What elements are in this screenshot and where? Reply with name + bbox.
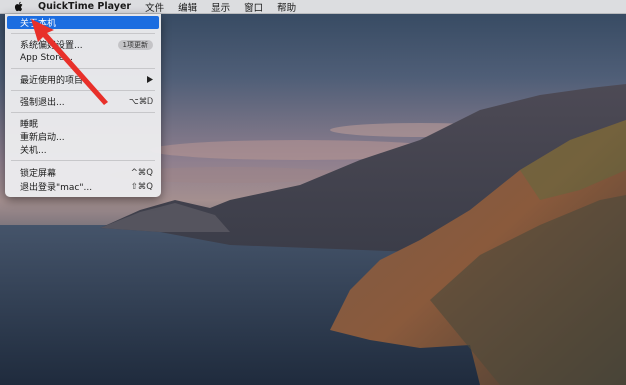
log-out-label: 退出登录"mac"...: [20, 183, 93, 193]
apple-menu-button[interactable]: [0, 0, 38, 13]
update-badge: 1项更新: [117, 39, 153, 50]
menu-help[interactable]: 帮助: [277, 0, 296, 14]
menu-file[interactable]: 文件: [145, 0, 164, 14]
app-store-label: App Store...: [20, 52, 73, 63]
shutdown-label: 关机...: [20, 146, 47, 156]
restart-label: 重新启动...: [20, 133, 65, 143]
menu-separator: [11, 68, 155, 69]
menu-item-system-preferences[interactable]: 系统偏好设置... 1项更新: [5, 38, 161, 51]
menu-item-app-store[interactable]: App Store...: [5, 51, 161, 64]
force-quit-shortcut: ⌥⌘Ꭰ: [128, 96, 153, 107]
menu-item-shutdown[interactable]: 关机...: [5, 143, 161, 156]
app-menu-quicktime[interactable]: QuickTime Player: [38, 1, 131, 12]
system-prefs-label: 系统偏好设置...: [20, 41, 83, 51]
menu-item-sleep[interactable]: 睡眠: [5, 117, 161, 130]
menu-separator: [11, 112, 155, 113]
about-label: 关于本机: [20, 19, 57, 29]
menu-item-restart[interactable]: 重新启动...: [5, 130, 161, 143]
log-out-shortcut: ⇧⌘Q: [130, 181, 153, 192]
triangle-right-icon: [147, 76, 153, 83]
apple-logo-icon: [14, 1, 23, 12]
lock-screen-label: 锁定屏幕: [20, 169, 57, 179]
menu-edit[interactable]: 编辑: [178, 0, 197, 14]
menu-view[interactable]: 显示: [211, 0, 230, 14]
menu-item-lock-screen[interactable]: 锁定屏幕 ^⌘Q: [5, 166, 161, 180]
force-quit-label: 强制退出...: [20, 98, 65, 108]
menu-item-about-this-mac[interactable]: 关于本机: [7, 16, 159, 29]
menu-item-recent-items[interactable]: 最近使用的项目: [5, 73, 161, 86]
sleep-label: 睡眠: [20, 120, 39, 130]
menu-window[interactable]: 窗口: [244, 0, 263, 14]
menu-item-force-quit[interactable]: 强制退出... ⌥⌘Ꭰ: [5, 95, 161, 109]
recent-items-label: 最近使用的项目: [20, 76, 84, 86]
menu-separator: [11, 90, 155, 91]
menu-item-log-out[interactable]: 退出登录"mac"... ⇧⌘Q: [5, 180, 161, 194]
apple-menu-dropdown: 关于本机 系统偏好设置... 1项更新 App Store... 最近使用的项目…: [5, 14, 161, 197]
menu-separator: [11, 33, 155, 34]
menu-separator: [11, 160, 155, 161]
menu-bar: QuickTime Player 文件 编辑 显示 窗口 帮助: [0, 0, 626, 14]
lock-screen-shortcut: ^⌘Q: [130, 167, 153, 178]
